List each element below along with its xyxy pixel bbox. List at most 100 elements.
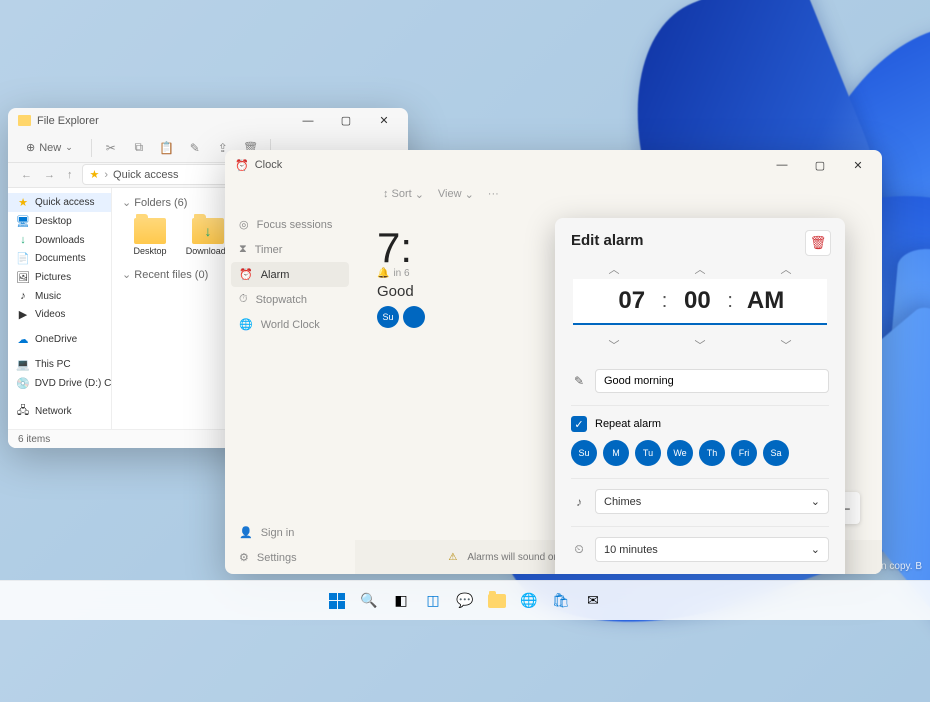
taskbar-mail[interactable]: ✉ [580,588,606,614]
stopwatch-icon: ⏱ [239,293,248,306]
sidebar-item-pictures[interactable]: 🖼Pictures [8,268,111,287]
ampm-up-button[interactable]: ︿ [757,259,816,279]
repeat-checkbox[interactable]: ✓ [571,416,587,432]
cut-icon[interactable]: ✂ [102,141,120,155]
new-button[interactable]: ⊕ New ⌄ [18,138,81,157]
nav-alarm[interactable]: ⏰Alarm [231,262,349,287]
sidebar-item-videos[interactable]: ▶Videos [8,305,111,324]
chevron-down-icon: ⌄ [811,543,820,556]
forward-button[interactable]: → [41,166,58,184]
delete-alarm-button[interactable]: 🗑 [805,230,831,256]
repeat-label: Repeat alarm [595,418,661,430]
nav-stopwatch[interactable]: ⏱Stopwatch [231,287,349,312]
day-selector: Su M Tu We Th Fri Sa [571,440,829,466]
snooze-icon: ⏲ [571,542,587,557]
sidebar-item-downloads[interactable]: ↓Downloads [8,231,111,249]
breadcrumb: Quick access [113,169,178,181]
hour-down-button[interactable]: ﹀ [585,335,644,355]
alarm-icon: ⏰ [239,268,253,281]
back-button[interactable]: ← [18,166,35,184]
day-toggle-we[interactable]: We [667,440,693,466]
clock-toolbar: ↕ Sort ⌄ View ⌄ ··· [225,180,882,208]
taskbar-edge[interactable]: 🌐 [516,588,542,614]
folder-icon [18,115,31,126]
label-icon: ✎ [571,374,587,388]
nav-timer[interactable]: ⧗Timer [231,237,349,262]
day-toggle-th[interactable]: Th [699,440,725,466]
timer-icon: ⧗ [239,243,247,256]
window-title: File Explorer [37,115,99,127]
ampm-down-button[interactable]: ﹀ [757,335,816,355]
sidebar-network[interactable]: 🖧Network [8,399,111,424]
nav-sign-in[interactable]: 👤Sign in [231,520,349,545]
sidebar-this-pc[interactable]: 💻This PC [8,355,111,374]
clock-window: ⏰ Clock ― ▢ ✕ ↕ Sort ⌄ View ⌄ ··· ◎Focus… [225,150,882,574]
maximize-button[interactable]: ▢ [802,153,838,177]
minimize-button[interactable]: ― [290,109,326,133]
clock-titlebar[interactable]: ⏰ Clock ― ▢ ✕ [225,150,882,180]
minimize-button[interactable]: ― [764,153,800,177]
day-toggle-su[interactable]: Su [571,440,597,466]
sidebar-item-documents[interactable]: 📄Documents [8,249,111,268]
gear-icon: ⚙ [239,551,249,564]
minute-up-button[interactable]: ︿ [671,259,730,279]
rename-icon[interactable]: ✎ [186,141,204,155]
clock-content: 7: 🔔 in 6 Good Su ✎ ＋ ⚠ Alarms will soun… [355,208,882,574]
taskbar-search[interactable]: 🔍 [356,588,382,614]
snooze-select[interactable]: 10 minutes⌄ [595,537,829,562]
day-toggle-m[interactable]: M [603,440,629,466]
globe-icon: 🌐 [239,318,253,331]
taskbar-chat[interactable]: 💬 [452,588,478,614]
view-button[interactable]: View ⌄ [438,188,474,201]
taskbar: 🔍 ◧ ◫ 💬 🌐 🛍 ✉ [0,580,930,620]
sidebar-quick-access[interactable]: ★Quick access [8,193,111,212]
nav-settings[interactable]: ⚙Settings [231,545,349,570]
sound-select[interactable]: Chimes⌄ [595,489,829,514]
close-button[interactable]: ✕ [366,109,402,133]
more-button[interactable]: ··· [488,188,499,200]
taskbar-taskview[interactable]: ◧ [388,588,414,614]
ampm-field[interactable]: AM [739,285,792,317]
up-button[interactable]: ↑ [64,166,76,184]
star-icon: ★ [90,168,100,181]
trash-icon: 🗑 [810,235,827,251]
hour-up-button[interactable]: ︿ [585,259,644,279]
day-toggle-sa[interactable]: Sa [763,440,789,466]
nav-focus-sessions[interactable]: ◎Focus sessions [231,212,349,237]
clock-icon: ⏰ [235,159,249,172]
folder-item[interactable]: Downloads [186,218,230,256]
clock-nav: ◎Focus sessions ⧗Timer ⏰Alarm ⏱Stopwatch… [225,208,355,574]
copy-icon[interactable]: ⧉ [130,140,148,155]
sidebar-item-desktop[interactable]: 🖥Desktop [8,212,111,231]
sidebar-dvd[interactable]: 💿DVD Drive (D:) CCCC [8,374,111,393]
taskbar-explorer[interactable] [484,588,510,614]
warning-icon: ⚠ [448,552,457,563]
minute-field[interactable]: 00 [673,285,721,317]
dialog-title: Edit alarm [571,232,829,249]
alarm-name-input[interactable] [595,369,829,393]
day-toggle-tu[interactable]: Tu [635,440,661,466]
sidebar-onedrive[interactable]: ☁OneDrive [8,330,111,349]
edit-alarm-dialog: Edit alarm 🗑 ︿ ︿ ︿ 07 : 00 : AM ﹀ ﹀ [555,218,845,574]
start-button[interactable] [324,588,350,614]
taskbar-widgets[interactable]: ◫ [420,588,446,614]
focus-icon: ◎ [239,218,249,231]
close-button[interactable]: ✕ [840,153,876,177]
folder-item[interactable]: Desktop [128,218,172,256]
time-picker: 07 : 00 : AM [573,279,827,325]
sidebar-item-music[interactable]: ♪Music [8,287,111,305]
taskbar-store[interactable]: 🛍 [548,588,574,614]
file-explorer-titlebar[interactable]: File Explorer ― ▢ ✕ [8,108,408,133]
window-title: Clock [255,159,283,171]
sound-icon: ♪ [571,495,587,509]
day-toggle-fr[interactable]: Fri [731,440,757,466]
person-icon: 👤 [239,526,253,539]
nav-world-clock[interactable]: 🌐World Clock [231,312,349,337]
minute-down-button[interactable]: ﹀ [671,335,730,355]
hour-field[interactable]: 07 [608,285,656,317]
sort-button[interactable]: ↕ Sort ⌄ [383,188,424,201]
chevron-down-icon: ⌄ [811,495,820,508]
file-explorer-sidebar: ★Quick access 🖥Desktop ↓Downloads 📄Docum… [8,188,112,429]
paste-icon[interactable]: 📋 [158,141,176,155]
maximize-button[interactable]: ▢ [328,109,364,133]
